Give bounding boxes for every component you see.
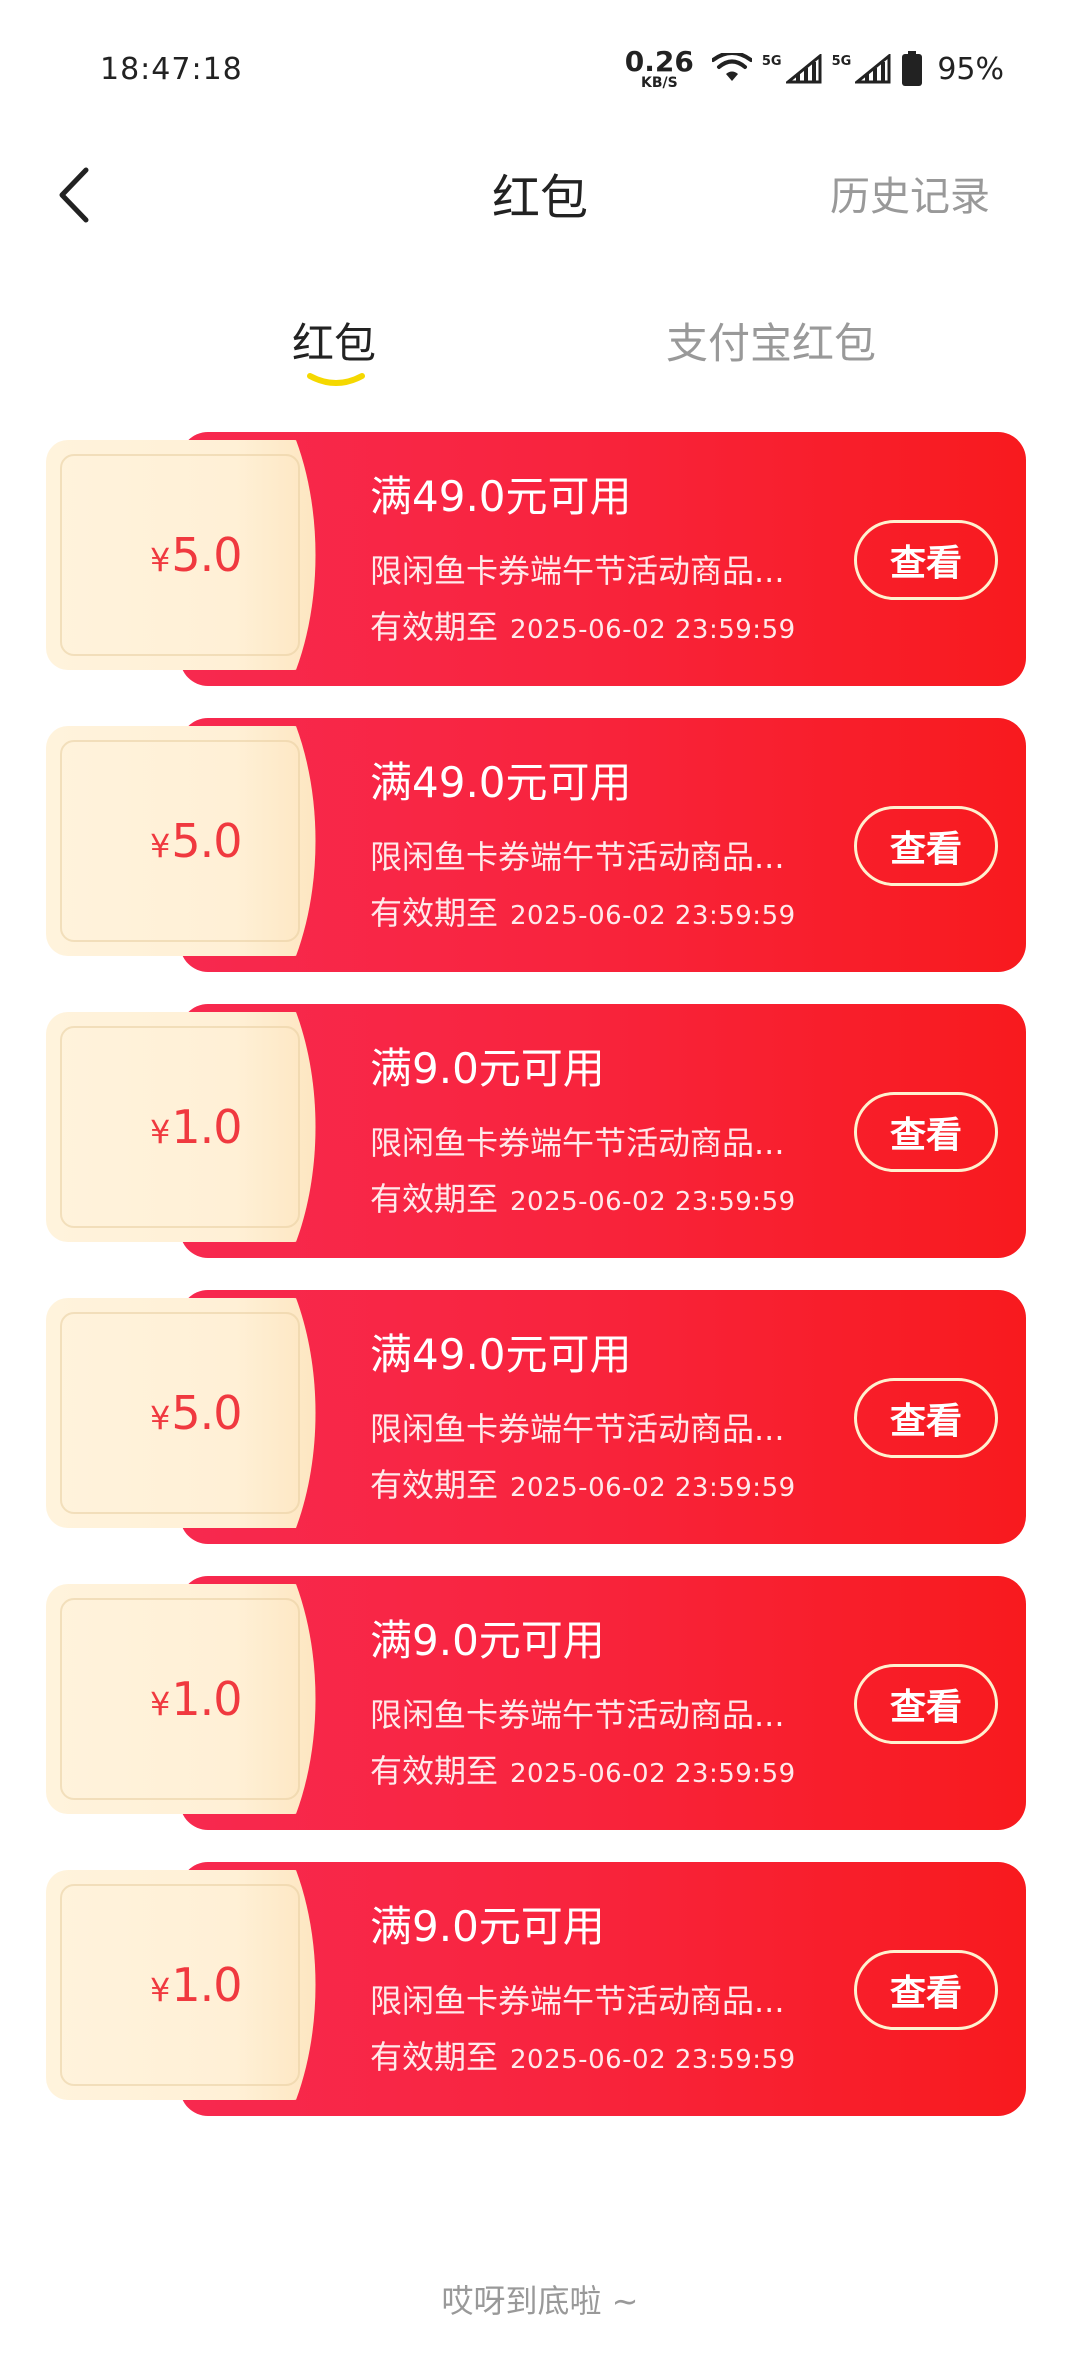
tab-bar: 红包 支付宝红包	[0, 310, 1080, 400]
coupon-expiry-date: 2025-06-02 23:59:59	[510, 615, 796, 645]
coupon-amount: ¥1.0	[150, 1958, 243, 2012]
battery-level: 95%	[937, 51, 1004, 87]
coupon-expiry-date: 2025-06-02 23:59:59	[510, 2045, 796, 2075]
coupon-expiry: 有效期至 2025-06-02 23:59:59	[370, 1174, 796, 1220]
coupon-info: 满9.0元可用 限闲鱼卡券端午节活动商品... 有效期至 2025-06-02 2…	[370, 1048, 796, 1220]
coupon-condition: 满9.0元可用	[370, 1902, 605, 1951]
coupon-amount-value: 5.0	[171, 528, 242, 582]
coupon-expiry: 有效期至 2025-06-02 23:59:59	[370, 888, 796, 934]
coupon-card[interactable]: ¥5.0 满49.0元可用 限闲鱼卡券端午节活动商品... 有效期至 2025-0…	[46, 1290, 1026, 1544]
coupon-description: 限闲鱼卡券端午节活动商品...	[370, 1982, 785, 2020]
view-button[interactable]: 查看	[854, 806, 998, 886]
currency-symbol: ¥	[150, 827, 170, 865]
coupon-amount: ¥1.0	[150, 1100, 243, 1154]
history-link[interactable]: 历史记录	[830, 164, 990, 222]
currency-symbol: ¥	[150, 1971, 170, 2009]
coupon-amount-value: 1.0	[171, 1958, 242, 2012]
coupon-card[interactable]: ¥1.0 满9.0元可用 限闲鱼卡券端午节活动商品... 有效期至 2025-06…	[46, 1862, 1026, 2116]
coupon-expiry: 有效期至 2025-06-02 23:59:59	[370, 2032, 796, 2078]
coupon-card[interactable]: ¥5.0 满49.0元可用 限闲鱼卡券端午节活动商品... 有效期至 2025-0…	[46, 432, 1026, 686]
coupon-expiry-date: 2025-06-02 23:59:59	[510, 1759, 796, 1789]
coupon-expiry-label: 有效期至	[370, 1752, 499, 1790]
currency-symbol: ¥	[150, 1399, 170, 1437]
network-speed-unit: KB/S	[640, 75, 678, 91]
signal-bars-icon	[785, 54, 822, 84]
signal-bars-icon	[855, 54, 891, 84]
coupon-condition: 满49.0元可用	[370, 758, 632, 807]
view-button[interactable]: 查看	[854, 1378, 998, 1458]
coupon-expiry-label: 有效期至	[370, 1180, 499, 1218]
tab-active-indicator	[307, 373, 365, 386]
coupon-condition: 满49.0元可用	[370, 1330, 632, 1379]
end-of-list-note: 哎呀到底啦 ~	[441, 2282, 639, 2320]
currency-symbol: ¥	[150, 1685, 170, 1723]
coupon-amount-value: 1.0	[171, 1672, 242, 1726]
signal-2: 5G	[832, 54, 892, 84]
coupon-card[interactable]: ¥5.0 满49.0元可用 限闲鱼卡券端午节活动商品... 有效期至 2025-0…	[46, 718, 1026, 972]
coupon-expiry-date: 2025-06-02 23:59:59	[510, 901, 796, 931]
coupon-expiry: 有效期至 2025-06-02 23:59:59	[370, 1460, 796, 1506]
coupon-condition: 满9.0元可用	[370, 1616, 605, 1665]
view-button[interactable]: 查看	[854, 1092, 998, 1172]
coupon-amount: ¥1.0	[150, 1672, 243, 1726]
coupon-expiry: 有效期至 2025-06-02 23:59:59	[370, 1746, 796, 1792]
coupon-expiry-label: 有效期至	[370, 2038, 499, 2076]
coupon-info: 满49.0元可用 限闲鱼卡券端午节活动商品... 有效期至 2025-06-02 …	[370, 1334, 796, 1506]
coupon-description: 限闲鱼卡券端午节活动商品...	[370, 838, 785, 876]
coupon-expiry: 有效期至 2025-06-02 23:59:59	[370, 602, 796, 648]
coupon-description: 限闲鱼卡券端午节活动商品...	[370, 1696, 785, 1734]
coupon-expiry-label: 有效期至	[370, 1466, 499, 1504]
tab-red-packet[interactable]: 红包	[292, 310, 376, 371]
network-speed-value: 0.26	[624, 45, 694, 78]
coupon-card[interactable]: ¥1.0 满9.0元可用 限闲鱼卡券端午节活动商品... 有效期至 2025-06…	[46, 1004, 1026, 1258]
coupon-expiry-date: 2025-06-02 23:59:59	[510, 1187, 796, 1217]
coupon-amount-value: 5.0	[171, 1386, 242, 1440]
coupon-amount-value: 1.0	[171, 1100, 242, 1154]
network-speed: 0.26 KB/S	[624, 45, 694, 91]
signal-1: 5G	[762, 54, 822, 84]
tab-alipay-red-packet[interactable]: 支付宝红包	[666, 310, 876, 371]
status-bar: 18:47:18 0.26 KB/S 5G 5G 95%	[0, 0, 1080, 140]
coupon-amount: ¥5.0	[150, 814, 243, 868]
status-icons: 0.26 KB/S 5G 5G 95%	[624, 45, 1004, 91]
currency-symbol: ¥	[150, 541, 170, 579]
wifi-icon	[711, 53, 752, 81]
coupon-expiry-label: 有效期至	[370, 894, 499, 932]
coupon-description: 限闲鱼卡券端午节活动商品...	[370, 1410, 785, 1448]
coupon-expiry-label: 有效期至	[370, 608, 499, 646]
coupon-description: 限闲鱼卡券端午节活动商品...	[370, 552, 785, 590]
coupon-amount: ¥5.0	[150, 1386, 243, 1440]
signal-2-type: 5G	[831, 54, 852, 69]
coupon-condition: 满9.0元可用	[370, 1044, 605, 1093]
coupon-amount-value: 5.0	[171, 814, 242, 868]
status-time: 18:47:18	[100, 52, 243, 87]
coupon-description: 限闲鱼卡券端午节活动商品...	[370, 1124, 785, 1162]
page: 18:47:18 0.26 KB/S 5G 5G 95% 红包 历史记录 红包 …	[0, 0, 1080, 2373]
coupon-info: 满9.0元可用 限闲鱼卡券端午节活动商品... 有效期至 2025-06-02 2…	[370, 1620, 796, 1792]
coupon-card[interactable]: ¥1.0 满9.0元可用 限闲鱼卡券端午节活动商品... 有效期至 2025-06…	[46, 1576, 1026, 1830]
currency-symbol: ¥	[150, 1113, 170, 1151]
view-button[interactable]: 查看	[854, 1664, 998, 1744]
coupon-info: 满9.0元可用 限闲鱼卡券端午节活动商品... 有效期至 2025-06-02 2…	[370, 1906, 796, 2078]
coupon-info: 满49.0元可用 限闲鱼卡券端午节活动商品... 有效期至 2025-06-02 …	[370, 476, 796, 648]
coupon-expiry-date: 2025-06-02 23:59:59	[510, 1473, 796, 1503]
battery-icon	[902, 51, 923, 86]
view-button[interactable]: 查看	[854, 520, 998, 600]
view-button[interactable]: 查看	[854, 1950, 998, 2030]
coupon-condition: 满49.0元可用	[370, 472, 632, 521]
header: 红包 历史记录	[0, 140, 1080, 250]
signal-1-type: 5G	[761, 54, 782, 69]
coupon-info: 满49.0元可用 限闲鱼卡券端午节活动商品... 有效期至 2025-06-02 …	[370, 762, 796, 934]
coupon-amount: ¥5.0	[150, 528, 243, 582]
